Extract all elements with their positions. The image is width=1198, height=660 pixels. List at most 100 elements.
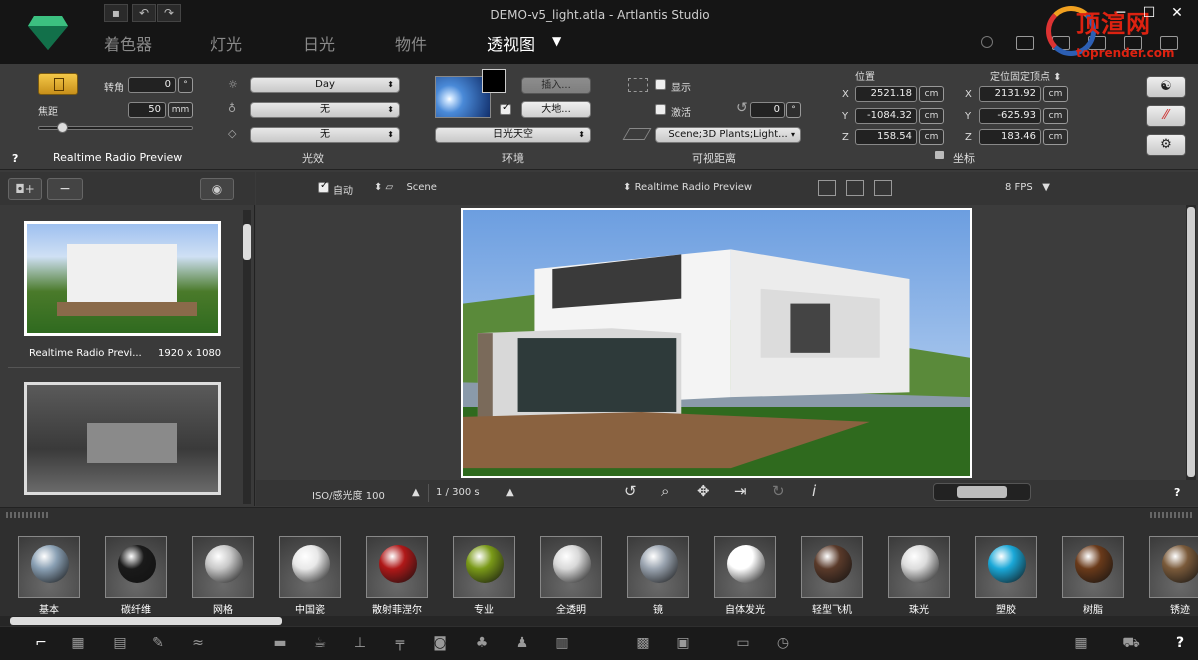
fullscreen-icon[interactable] [874,180,892,196]
material-swatch[interactable] [453,536,515,598]
preset-selector[interactable]: ⬍ Realtime Radio Preview [623,182,752,193]
sofa-icon[interactable]: ▬ [270,635,290,651]
view-slider[interactable] [933,483,1031,501]
material-swatch[interactable] [540,536,602,598]
scene-layers-dropdown[interactable]: Scene;3D Plants;Light... ▾ [655,127,801,143]
material-swatch[interactable] [1062,536,1124,598]
postprocess-dropdown[interactable]: 无 ⬍ [250,127,400,143]
pan-icon[interactable]: ✥ [697,482,710,500]
material-swatch[interactable] [1149,536,1198,598]
iso-stepper-icon[interactable]: ▲ [412,487,420,498]
scrollbar-thumb[interactable] [243,224,251,260]
remove-view-button[interactable]: − [47,178,83,200]
maximize-button[interactable]: ☐ [1136,4,1162,22]
billboard-icon[interactable]: ▩ [633,635,653,651]
material-swatch[interactable] [192,536,254,598]
position-z-input[interactable]: 158.54 [855,129,917,145]
focal-slider[interactable] [38,122,193,133]
view-slider-handle[interactable] [957,486,1007,498]
insert-button[interactable]: 插入... [521,77,591,94]
frame-icon[interactable] [818,180,836,196]
folder-icon[interactable]: ▭ [733,635,753,651]
clock-icon[interactable] [981,36,993,48]
catalog-scrollbar-thumb[interactable] [10,617,282,625]
postprocess-button[interactable]: ⁄⁄ [1146,105,1186,127]
target-y-input[interactable]: -625.93 [979,108,1041,124]
undo-icon[interactable]: ↶ [132,4,156,22]
viewport-scrollbar[interactable] [1186,205,1196,480]
minimize-button[interactable]: ─ [1108,4,1134,22]
grid-view-icon[interactable]: ▦ [1071,635,1091,651]
view-list-scrollbar[interactable] [243,210,251,504]
material-swatch[interactable] [714,536,776,598]
scene-selector[interactable]: ⬍ ▱ Scene [374,182,437,193]
add-view-button[interactable]: ◘+ [8,178,42,200]
tab-lights[interactable]: 灯光 [210,31,242,55]
material-swatch[interactable] [627,536,689,598]
ground-checkbox[interactable]: ✓ [500,102,511,115]
sky-type-dropdown[interactable]: 日光天空 ⬍ [435,127,591,143]
person-icon[interactable]: ♟ [512,635,532,651]
light-group-dropdown[interactable]: 无 ⬍ [250,102,400,118]
camera-mode-button[interactable] [38,73,78,95]
redo-view-icon[interactable]: ↻ [772,482,785,500]
tab-menu-arrow-icon[interactable]: ▼ [552,34,561,48]
shop-cart-icon[interactable]: ⛟ [1121,635,1141,651]
brick-texture-icon[interactable]: ▦ [68,635,88,651]
desk-icon[interactable]: ╤ [390,635,410,651]
material-swatch[interactable] [279,536,341,598]
building-icon[interactable]: ▥ [552,635,572,651]
shutter-label[interactable]: 1 / 300 s [436,487,480,498]
view-thumbnail[interactable] [24,382,221,495]
history-icon[interactable]: ◷ [773,635,793,651]
iso-label[interactable]: ISO/感光度 100 [312,487,385,502]
brush-catalog-icon[interactable]: ✎ [148,635,168,651]
position-x-input[interactable]: 2521.18 [855,86,917,102]
angle-input[interactable]: 0 [750,102,785,118]
view-thumbnail[interactable] [24,221,221,336]
lamp-icon[interactable]: ⊥ [350,635,370,651]
material-swatch[interactable] [888,536,950,598]
save-icon[interactable]: ▪ [104,4,128,22]
show-checkbox[interactable] [655,79,666,90]
render-settings-button[interactable]: ☯ [1146,76,1186,98]
reset-view-icon[interactable]: ↺ [624,482,637,500]
tab-heliodon[interactable]: 日光 [303,31,335,55]
tab-shaders[interactable]: 着色器 [104,31,152,55]
material-swatch[interactable] [975,536,1037,598]
material-swatch[interactable] [105,536,167,598]
light-preset-dropdown[interactable]: Day ⬍ [250,77,400,93]
render-viewport[interactable] [461,208,972,478]
tab-perspectives[interactable]: 透视图 [487,31,535,55]
settings-button[interactable]: ⚙ [1146,134,1186,156]
catalog-help-button[interactable]: ? [1170,635,1190,651]
preview-eye-button[interactable]: ◉ [200,178,234,200]
crop-icon[interactable] [1016,36,1034,50]
rotation-input[interactable]: 0 [128,77,176,93]
activate-checkbox[interactable] [655,104,666,115]
close-button[interactable]: ✕ [1164,4,1190,22]
image-icon[interactable]: ▣ [673,635,693,651]
focal-input[interactable]: 50 [128,102,166,118]
tab-objects[interactable]: 物件 [395,31,427,55]
lock-icon[interactable] [935,151,944,159]
redo-icon[interactable]: ↷ [157,4,181,22]
viewport-help-button[interactable]: ? [1174,486,1180,499]
cup-icon[interactable]: ☕ [310,635,330,651]
auto-checkbox[interactable]: ✓ [318,180,329,193]
info-icon[interactable]: i [812,482,816,500]
fit-view-icon[interactable] [846,180,864,196]
fps-dropdown[interactable]: 8 FPS ▼ [1005,182,1050,193]
material-swatch[interactable] [18,536,80,598]
background-color-swatch[interactable] [482,69,506,93]
material-swatch[interactable] [366,536,428,598]
target-z-input[interactable]: 183.46 [979,129,1041,145]
position-y-input[interactable]: -1084.32 [855,108,917,124]
grip-handle[interactable] [6,512,50,518]
tree-icon[interactable]: ♣ [472,635,492,651]
shaders-catalog-icon[interactable]: ⌐ [31,635,51,651]
catalog-scrollbar[interactable] [0,616,1198,626]
focal-slider-handle[interactable] [57,122,68,133]
floor-texture-icon[interactable]: ▤ [110,635,130,651]
target-x-input[interactable]: 2131.92 [979,86,1041,102]
